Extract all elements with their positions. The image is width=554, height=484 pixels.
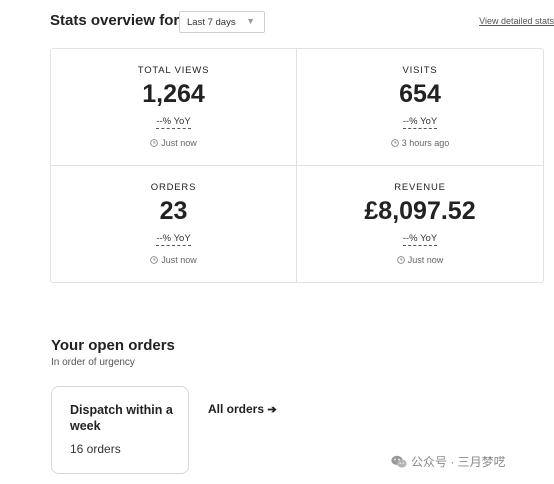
stat-yoy[interactable]: --% YoY — [297, 232, 543, 246]
stats-header: Stats overview for Last 7 days ▼ View de… — [50, 10, 554, 34]
view-detailed-stats-link[interactable]: View detailed stats — [479, 16, 554, 26]
stat-yoy-text: --% YoY — [156, 232, 191, 246]
clock-icon — [150, 255, 158, 264]
stat-label: TOTAL VIEWS — [137, 65, 210, 76]
stat-value: 1,264 — [142, 80, 205, 108]
stat-updated: 3 hours ago — [297, 138, 543, 148]
stats-overview-title: Stats overview for — [50, 12, 180, 29]
period-select-value: Last 7 days — [187, 16, 236, 28]
all-orders-label: All orders — [208, 402, 265, 416]
arrow-right-icon: ➔ — [267, 404, 277, 416]
stat-yoy-text: --% YoY — [402, 116, 438, 129]
stat-updated-text: Just now — [161, 138, 197, 148]
card-order-count: 16 orders — [70, 442, 121, 456]
stat-yoy-text: --% YoY — [402, 232, 438, 246]
stat-updated: Just now — [51, 255, 296, 265]
watermark: 公众号 · 三月梦呓 — [391, 453, 506, 470]
card-title: Dispatch within a week — [70, 403, 173, 433]
clock-icon — [390, 139, 399, 147]
clock-icon — [396, 255, 405, 264]
period-select[interactable]: Last 7 days ▼ — [179, 11, 265, 33]
stat-updated: Just now — [297, 255, 543, 265]
stat-yoy[interactable]: --% YoY — [297, 116, 543, 129]
clock-icon — [150, 139, 158, 147]
stat-yoy-text: --% YoY — [156, 116, 191, 129]
stat-revenue: REVENUE £8,097.52 --% YoY Just now — [297, 166, 543, 283]
stat-yoy[interactable]: --% YoY — [51, 232, 296, 246]
stat-orders: ORDERS 23 --% YoY Just now — [51, 165, 297, 282]
stat-updated: Just now — [51, 138, 296, 148]
stat-updated-text: Just now — [161, 254, 197, 265]
stat-visits: VISITS 654 --% YoY 3 hours ago — [297, 49, 543, 166]
stat-label: ORDERS — [150, 181, 197, 193]
stat-updated-text: Just now — [407, 254, 444, 265]
stat-total-views: TOTAL VIEWS 1,264 --% YoY Just now — [51, 49, 297, 166]
stat-updated-text: 3 hours ago — [401, 138, 450, 148]
stat-label: REVENUE — [394, 181, 446, 193]
watermark-text: 公众号 · 三月梦呓 — [411, 455, 506, 469]
stats-grid: TOTAL VIEWS 1,264 --% YoY Just now VISIT… — [50, 48, 544, 283]
open-orders-title: Your open orders — [51, 337, 175, 354]
stat-value: 654 — [399, 80, 441, 108]
stat-yoy[interactable]: --% YoY — [51, 116, 296, 129]
stat-value: £8,097.52 — [364, 196, 476, 225]
chevron-down-icon: ▼ — [246, 16, 255, 26]
page: Stats overview for Last 7 days ▼ View de… — [0, 0, 554, 484]
wechat-icon — [391, 455, 407, 468]
stat-label: VISITS — [402, 65, 438, 76]
stat-value: 23 — [159, 196, 188, 225]
dispatch-within-week-card[interactable]: Dispatch within a week 16 orders — [51, 386, 189, 474]
open-orders-subtitle: In order of urgency — [51, 357, 135, 368]
all-orders-link[interactable]: All orders ➔ — [208, 402, 277, 416]
